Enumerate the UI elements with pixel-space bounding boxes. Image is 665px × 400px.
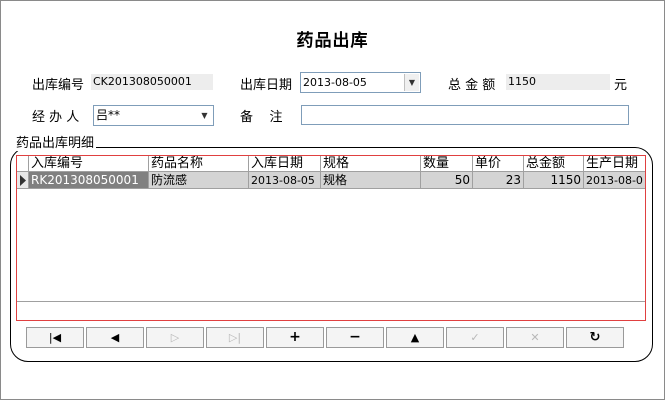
total-unit: 元 bbox=[614, 78, 628, 93]
next-record-button[interactable]: ▷ bbox=[146, 327, 204, 348]
cancel-button[interactable]: ✕ bbox=[506, 327, 564, 348]
detail-grid[interactable]: 入库编号 药品名称 入库日期 规格 数量 单价 总金额 生产日期 RK20130… bbox=[16, 155, 646, 321]
out-date-label: 出库日期 bbox=[240, 78, 293, 93]
prior-record-icon: ◀ bbox=[110, 331, 120, 344]
insert-button[interactable]: + bbox=[266, 327, 324, 348]
handler-select[interactable]: 吕** ▼ bbox=[93, 105, 214, 126]
handler-label: 经 办 人 bbox=[32, 110, 80, 125]
col-header-amount[interactable]: 总金额 bbox=[524, 156, 584, 172]
remark-input[interactable] bbox=[301, 105, 629, 125]
total-field: 1150 bbox=[506, 74, 610, 90]
handler-value: 吕** bbox=[96, 108, 121, 122]
out-date-picker[interactable]: 2013-08-05 ▼ bbox=[300, 72, 421, 93]
col-header-spec[interactable]: 规格 bbox=[321, 156, 421, 172]
detail-group-label: 药品出库明细 bbox=[16, 132, 97, 151]
table-cell-amount[interactable]: 1150 bbox=[524, 172, 584, 189]
total-label: 总 金 额 bbox=[448, 78, 496, 93]
col-header-price[interactable]: 单价 bbox=[473, 156, 524, 172]
row-indicator-icon[interactable] bbox=[17, 172, 29, 189]
table-cell-in-no[interactable]: RK201308050001 bbox=[29, 172, 149, 189]
refresh-button[interactable]: ↻ bbox=[566, 327, 624, 348]
out-no-field: CK201308050001 bbox=[91, 74, 213, 90]
insert-icon: + bbox=[289, 329, 301, 345]
table-cell-price[interactable]: 23 bbox=[473, 172, 524, 189]
post-button[interactable]: ✓ bbox=[446, 327, 504, 348]
delete-icon: − bbox=[349, 329, 361, 345]
col-header-drug-name[interactable]: 药品名称 bbox=[149, 156, 249, 172]
next-record-icon: ▷ bbox=[170, 331, 180, 344]
out-no-label: 出库编号 bbox=[32, 78, 85, 93]
last-record-icon: ▷| bbox=[228, 331, 242, 344]
remark-label: 备 注 bbox=[240, 110, 283, 125]
first-record-icon: |◀ bbox=[48, 331, 62, 344]
edit-icon: ▲ bbox=[410, 331, 420, 344]
table-cell-in-date[interactable]: 2013-08-05 bbox=[249, 172, 321, 189]
cancel-icon: ✕ bbox=[530, 331, 540, 344]
horizontal-scrollbar[interactable] bbox=[17, 301, 645, 302]
chevron-down-icon[interactable]: ▼ bbox=[404, 74, 419, 91]
refresh-icon: ↻ bbox=[589, 330, 601, 345]
prior-record-button[interactable]: ◀ bbox=[86, 327, 144, 348]
edit-button[interactable]: ▲ bbox=[386, 327, 444, 348]
delete-button[interactable]: − bbox=[326, 327, 384, 348]
table-cell-spec[interactable]: 规格 bbox=[321, 172, 421, 189]
col-header-prod-date[interactable]: 生产日期 bbox=[584, 156, 645, 172]
page-title: 药品出库 bbox=[296, 31, 369, 51]
row-indicator-header bbox=[17, 156, 29, 172]
out-date-value: 2013-08-05 bbox=[303, 76, 367, 89]
first-record-button[interactable]: |◀ bbox=[26, 327, 84, 348]
col-header-qty[interactable]: 数量 bbox=[421, 156, 473, 172]
post-icon: ✓ bbox=[470, 331, 480, 344]
table-cell-prod-date[interactable]: 2013-08-0 bbox=[584, 172, 645, 189]
col-header-in-no[interactable]: 入库编号 bbox=[29, 156, 149, 172]
col-header-in-date[interactable]: 入库日期 bbox=[249, 156, 321, 172]
chevron-down-icon[interactable]: ▼ bbox=[197, 107, 212, 124]
table-cell-drug-name[interactable]: 防流感 bbox=[149, 172, 249, 189]
table-cell-qty[interactable]: 50 bbox=[421, 172, 473, 189]
last-record-button[interactable]: ▷| bbox=[206, 327, 264, 348]
